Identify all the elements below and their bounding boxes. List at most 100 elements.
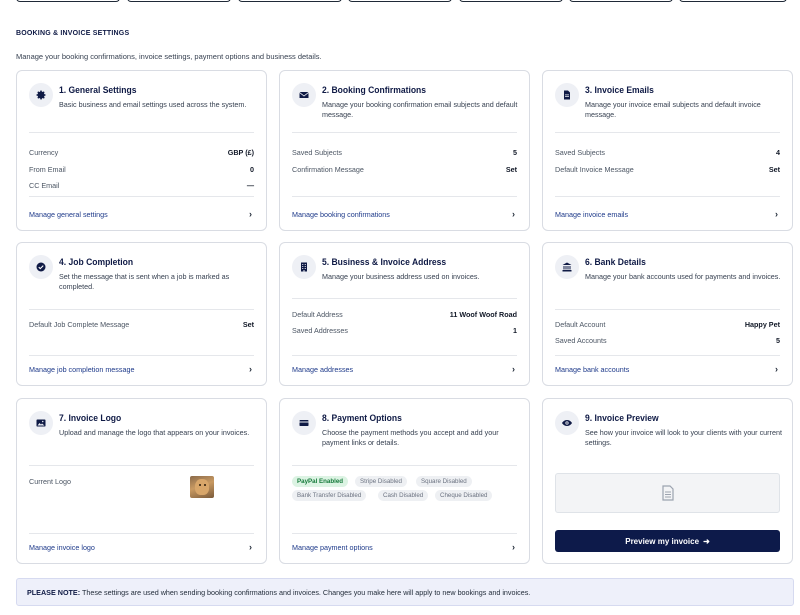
divider <box>29 465 254 466</box>
setting-row-saved-addresses: Saved Addresses 1 <box>292 326 517 338</box>
top-tab[interactable] <box>569 0 673 2</box>
divider <box>292 533 517 534</box>
card-subtitle: Manage your business address used on inv… <box>322 272 480 281</box>
divider <box>29 533 254 534</box>
card-title: 1. General Settings <box>59 85 137 96</box>
row-label: From Email <box>29 165 66 174</box>
row-label: Confirmation Message <box>292 165 364 174</box>
card-title: 3. Invoice Emails <box>585 85 654 96</box>
link-label: Manage addresses <box>292 365 354 374</box>
manage-bank-accounts-link[interactable]: Manage bank accounts › <box>555 364 780 377</box>
row-value: Set <box>768 165 780 174</box>
manage-invoice-emails-link[interactable]: Manage invoice emails › <box>555 209 780 222</box>
divider <box>555 196 780 197</box>
note-text: These settings are used when sending boo… <box>82 588 531 597</box>
card-subtitle: Manage your booking confirmation email s… <box>322 100 518 119</box>
manage-addresses-link[interactable]: Manage addresses › <box>292 364 517 377</box>
manage-job-completion-link[interactable]: Manage job completion message › <box>29 364 254 377</box>
card-title: 4. Job Completion <box>59 257 134 268</box>
top-tab[interactable] <box>679 0 787 2</box>
setting-row-job-complete-message: Default Job Complete Message Set <box>29 320 254 332</box>
setting-row-default-address: Default Address 11 Woof Woof Road <box>292 310 517 322</box>
row-label: CC Email <box>29 181 60 190</box>
card-subtitle: Upload and manage the logo that appears … <box>59 428 250 437</box>
manage-payment-options-link[interactable]: Manage payment options › <box>292 542 517 555</box>
row-value: — <box>246 181 254 190</box>
row-label: Saved Addresses <box>292 326 348 335</box>
chevron-right-icon: › <box>775 209 778 219</box>
chip-square: Square Disabled <box>416 476 472 487</box>
divider <box>29 355 254 356</box>
divider <box>292 196 517 197</box>
row-value: 5 <box>776 336 780 345</box>
row-label: Saved Subjects <box>555 148 605 157</box>
note-label: PLEASE NOTE: <box>27 588 81 597</box>
check-circle-icon <box>29 255 53 279</box>
divider <box>292 298 517 299</box>
row-value: 4 <box>776 148 780 157</box>
top-tab[interactable] <box>16 0 120 2</box>
gear-icon <box>29 83 53 107</box>
chevron-right-icon: › <box>249 542 252 552</box>
row-value: 5 <box>513 148 517 157</box>
manage-booking-confirmations-link[interactable]: Manage booking confirmations › <box>292 209 517 222</box>
info-note: PLEASE NOTE: These settings are used whe… <box>16 578 794 606</box>
divider <box>555 355 780 356</box>
row-label: Default Address <box>292 310 343 319</box>
chip-paypal: PayPal Enabled <box>292 476 349 487</box>
row-value: Happy Pet <box>744 320 780 329</box>
setting-row-cc-email: CC Email — <box>29 181 254 193</box>
divider <box>29 132 254 133</box>
top-tab[interactable] <box>127 0 231 2</box>
chip-cheque: Cheque Disabled <box>435 490 493 501</box>
preview-invoice-button[interactable]: Preview my invoice ➜ <box>555 530 780 552</box>
invoice-preview-placeholder <box>555 473 780 513</box>
card-subtitle: Manage your invoice email subjects and d… <box>585 100 761 119</box>
manage-general-settings-link[interactable]: Manage general settings › <box>29 209 254 222</box>
card-title: 8. Payment Options <box>322 413 402 424</box>
logo-thumbnail <box>190 476 214 498</box>
chevron-right-icon: › <box>249 209 252 219</box>
payment-method-chips: PayPal Enabled Stripe Disabled Square Di… <box>292 476 517 506</box>
chip-bank-transfer: Bank Transfer Disabled <box>292 490 367 501</box>
card-booking-confirmations: 2. Booking Confirmations Manage your boo… <box>279 70 530 231</box>
row-label: Saved Subjects <box>292 148 342 157</box>
setting-row-current-logo: Current Logo <box>29 477 254 489</box>
card-job-completion: 4. Job Completion Set the message that i… <box>16 242 267 386</box>
link-label: Manage payment options <box>292 543 373 552</box>
chevron-right-icon: › <box>775 364 778 374</box>
divider <box>555 132 780 133</box>
card-subtitle: Basic business and email settings used a… <box>59 100 247 109</box>
bank-icon <box>555 255 579 279</box>
setting-row-default-account: Default Account Happy Pet <box>555 320 780 332</box>
top-tab[interactable] <box>348 0 452 2</box>
card-title: 6. Bank Details <box>585 257 646 268</box>
card-title: 5. Business & Invoice Address <box>322 257 447 268</box>
top-tab-strip <box>0 0 800 6</box>
top-tab[interactable] <box>238 0 342 2</box>
row-value: 11 Woof Woof Road <box>449 310 517 319</box>
link-label: Manage job completion message <box>29 365 135 374</box>
document-icon <box>555 83 579 107</box>
eye-icon <box>555 411 579 435</box>
card-title: 9. Invoice Preview <box>585 413 659 424</box>
manage-invoice-logo-link[interactable]: Manage invoice logo › <box>29 542 254 555</box>
link-label: Manage general settings <box>29 210 108 219</box>
divider <box>292 465 517 466</box>
image-icon <box>29 411 53 435</box>
top-tab[interactable] <box>459 0 563 2</box>
setting-row-saved-accounts: Saved Accounts 5 <box>555 336 780 348</box>
divider <box>292 132 517 133</box>
row-value: GBP (£) <box>227 148 254 157</box>
card-bank-details: 6. Bank Details Manage your bank account… <box>542 242 793 386</box>
chip-cash: Cash Disabled <box>378 490 429 501</box>
card-general-settings: 1. General Settings Basic business and e… <box>16 70 267 231</box>
chevron-right-icon: › <box>512 364 515 374</box>
row-value: Set <box>242 320 254 329</box>
row-label: Currency <box>29 148 59 157</box>
card-subtitle: See how your invoice will look to your c… <box>585 428 782 447</box>
card-business-address: 5. Business & Invoice Address Manage you… <box>279 242 530 386</box>
card-subtitle: Choose the payment methods you accept an… <box>322 428 499 447</box>
row-label: Saved Accounts <box>555 336 607 345</box>
card-invoice-preview: 9. Invoice Preview See how your invoice … <box>542 398 793 564</box>
